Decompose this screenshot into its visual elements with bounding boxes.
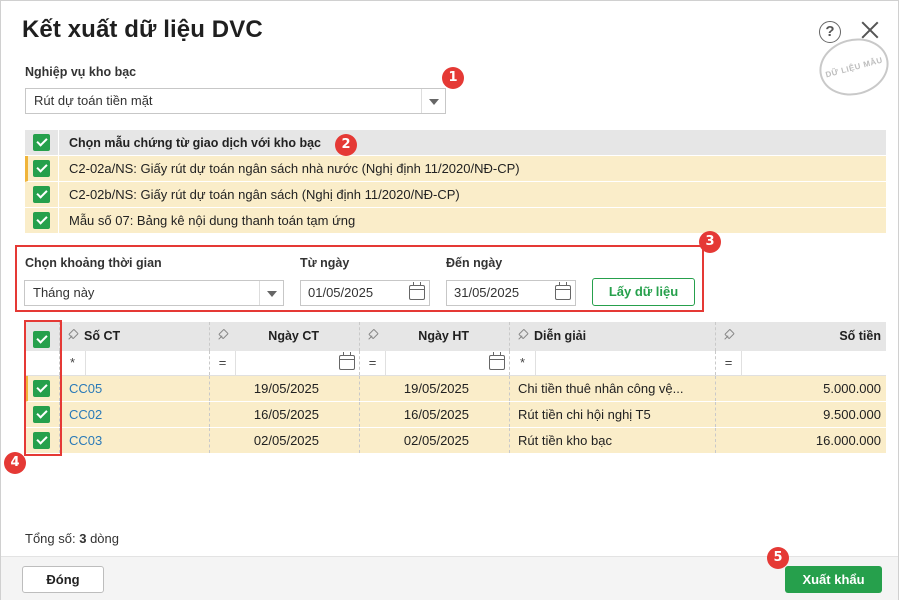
column-so-ct[interactable]: Số CT	[59, 322, 209, 351]
row-count-summary: Tổng số: 3 dòng	[25, 531, 119, 546]
posting-date: 02/05/2025	[403, 433, 469, 448]
calendar-icon[interactable]	[489, 352, 505, 370]
filter-operator[interactable]: =	[210, 351, 236, 375]
table-row[interactable]: CC03 02/05/2025 02/05/2025 Rút tiền kho …	[25, 428, 886, 454]
treasury-select[interactable]: Rút dự toán tiền mặt	[25, 88, 446, 114]
filter-operator[interactable]: *	[510, 351, 536, 375]
voucher-date: 19/05/2025	[253, 381, 319, 396]
to-date-input[interactable]: 31/05/2025	[446, 280, 576, 306]
from-date-value: 01/05/2025	[308, 285, 374, 300]
calendar-icon[interactable]	[555, 282, 571, 300]
annotation-badge-2: 2	[335, 134, 357, 156]
pin-icon[interactable]	[518, 330, 528, 340]
filter-so-tien[interactable]: =	[715, 351, 886, 375]
pin-icon[interactable]	[724, 330, 734, 340]
period-select[interactable]: Tháng này	[24, 280, 284, 306]
dialog-title: Kết xuất dữ liệu DVC	[22, 16, 263, 43]
description: Chi tiền thuê nhân công vệ...	[518, 381, 684, 396]
close-button[interactable]: Đóng	[22, 566, 104, 593]
template-list-header: Chọn mẫu chứng từ giao dịch với kho bạc	[25, 130, 886, 156]
chevron-down-icon[interactable]	[421, 89, 445, 113]
pin-icon[interactable]	[368, 330, 378, 340]
annotation-badge-5: 5	[767, 547, 789, 569]
template-item[interactable]: Mẫu số 07: Bảng kê nội dung thanh toán t…	[25, 208, 886, 234]
column-ngay-ht[interactable]: Ngày HT	[359, 322, 509, 351]
column-header-label: Số tiền	[839, 329, 881, 343]
column-header-label: Ngày HT	[418, 329, 469, 343]
voucher-date: 16/05/2025	[253, 407, 319, 422]
help-icon[interactable]: ?	[819, 21, 841, 43]
template-item[interactable]: C2-02b/NS: Giấy rút dự toán ngân sách (N…	[25, 182, 886, 208]
filter-operator[interactable]: *	[60, 351, 86, 375]
chevron-down-icon[interactable]	[259, 281, 283, 305]
filter-operator[interactable]: =	[716, 351, 742, 375]
period-select-value: Tháng này	[33, 285, 95, 300]
column-so-tien[interactable]: Số tiền	[715, 322, 886, 351]
voucher-grid: Số CT Ngày CT Ngày HT Diễn giải Số tiền	[25, 322, 886, 454]
template-item[interactable]: C2-02a/NS: Giấy rút dự toán ngân sách nh…	[25, 156, 886, 182]
treasury-select-value: Rút dự toán tiền mặt	[34, 93, 153, 108]
pin-icon[interactable]	[68, 330, 78, 340]
table-row[interactable]: CC05 19/05/2025 19/05/2025 Chi tiền thuê…	[25, 376, 886, 402]
row-count-suffix: dòng	[90, 531, 119, 546]
annotation-badge-3: 3	[699, 231, 721, 253]
to-date-label: Đến ngày	[446, 256, 503, 270]
filter-operator[interactable]: =	[360, 351, 386, 375]
calendar-icon[interactable]	[339, 352, 355, 370]
from-date-input[interactable]: 01/05/2025	[300, 280, 430, 306]
description: Rút tiền chi hội nghị T5	[518, 407, 651, 422]
row-checkbox[interactable]	[33, 432, 50, 449]
posting-date: 16/05/2025	[403, 407, 469, 422]
select-all-rows-checkbox[interactable]	[33, 331, 50, 348]
description: Rút tiền kho bạc	[518, 433, 612, 448]
calendar-icon[interactable]	[409, 282, 425, 300]
grid-filter-row: * = = * =	[25, 351, 886, 376]
filter-so-ct[interactable]: *	[59, 351, 209, 375]
column-dien-giai[interactable]: Diễn giải	[509, 322, 715, 351]
template-checkbox[interactable]	[33, 212, 50, 229]
template-list: Chọn mẫu chứng từ giao dịch với kho bạc …	[25, 130, 886, 234]
fetch-data-button[interactable]: Lấy dữ liệu	[592, 278, 695, 306]
template-item-label: C2-02b/NS: Giấy rút dự toán ngân sách (N…	[69, 187, 460, 202]
pin-icon[interactable]	[218, 330, 228, 340]
template-checkbox[interactable]	[33, 160, 50, 177]
row-count-prefix: Tổng số:	[25, 531, 76, 546]
annotation-badge-1: 1	[442, 67, 464, 89]
treasury-label: Nghiệp vụ kho bạc	[25, 65, 137, 79]
voucher-link[interactable]: CC03	[69, 428, 102, 454]
template-checkbox[interactable]	[33, 186, 50, 203]
column-header-label: Ngày CT	[268, 329, 319, 343]
voucher-link[interactable]: CC02	[69, 402, 102, 428]
template-item-label: C2-02a/NS: Giấy rút dự toán ngân sách nh…	[69, 161, 520, 176]
amount: 16.000.000	[815, 433, 881, 448]
amount: 5.000.000	[823, 381, 881, 396]
to-date-value: 31/05/2025	[454, 285, 520, 300]
row-checkbox[interactable]	[33, 380, 50, 397]
posting-date: 19/05/2025	[403, 381, 469, 396]
export-button[interactable]: Xuất khẩu	[785, 566, 882, 593]
column-header-label: Số CT	[84, 329, 121, 343]
filter-dien-giai[interactable]: *	[509, 351, 715, 375]
voucher-date: 02/05/2025	[253, 433, 319, 448]
column-ngay-ct[interactable]: Ngày CT	[209, 322, 359, 351]
voucher-link[interactable]: CC05	[69, 376, 102, 402]
annotation-badge-4: 4	[4, 452, 26, 474]
filter-ngay-ct[interactable]: =	[209, 351, 359, 375]
template-list-header-label: Chọn mẫu chứng từ giao dịch với kho bạc	[69, 136, 322, 150]
filter-ngay-ht[interactable]: =	[359, 351, 509, 375]
from-date-label: Từ ngày	[300, 256, 350, 270]
select-all-templates-checkbox[interactable]	[33, 134, 50, 151]
row-checkbox[interactable]	[33, 406, 50, 423]
row-count-value: 3	[79, 531, 87, 546]
grid-header-row: Số CT Ngày CT Ngày HT Diễn giải Số tiền	[25, 322, 886, 351]
export-dialog: Kết xuất dữ liệu DVC ? DỮ LIỆU MẪU Nghiệ…	[0, 0, 899, 600]
table-row[interactable]: CC02 16/05/2025 16/05/2025 Rút tiền chi …	[25, 402, 886, 428]
column-header-label: Diễn giải	[534, 329, 587, 343]
template-item-label: Mẫu số 07: Bảng kê nội dung thanh toán t…	[69, 213, 356, 228]
period-label: Chọn khoảng thời gian	[25, 256, 162, 270]
amount: 9.500.000	[823, 407, 881, 422]
dialog-footer	[1, 556, 898, 600]
